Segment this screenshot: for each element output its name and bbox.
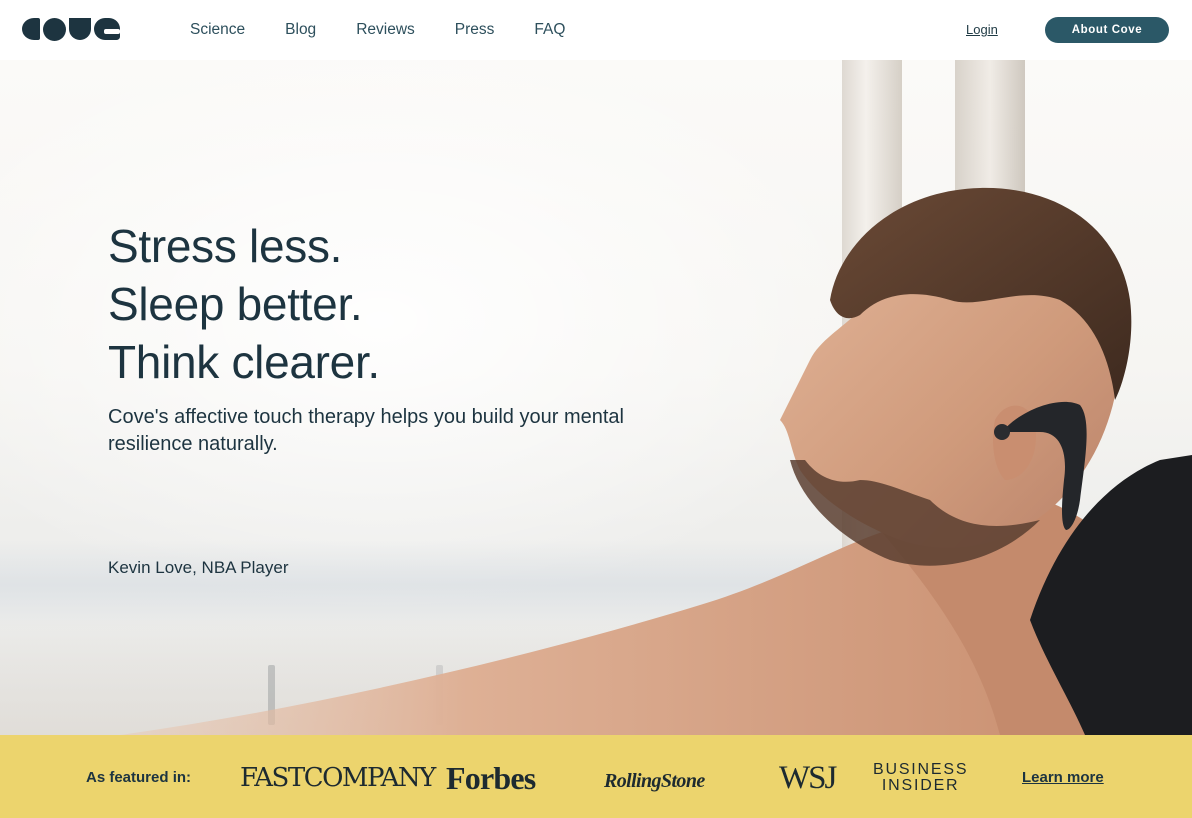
headline-line-3: Think clearer. xyxy=(108,336,380,388)
hero-person-image xyxy=(120,187,1192,735)
main-nav: Science Blog Reviews Press FAQ xyxy=(190,19,605,41)
site-header: Science Blog Reviews Press FAQ Login Abo… xyxy=(0,0,1192,60)
learn-more-link[interactable]: Learn more xyxy=(1022,769,1104,787)
hero-section: Stress less. Sleep better. Think clearer… xyxy=(0,60,1192,735)
nav-item-faq[interactable]: FAQ xyxy=(534,19,565,41)
press-bar: As featured in: FASTCOMPANY Forbes Rolli… xyxy=(0,735,1192,818)
logo-letter-v xyxy=(69,18,91,40)
business-insider-line-2: INSIDER xyxy=(881,777,960,794)
business-insider-line-1: BUSINESS xyxy=(873,761,969,778)
press-label: As featured in: xyxy=(86,769,192,786)
cove-logo[interactable] xyxy=(22,17,122,41)
business-insider-logo: BUSINESS INSIDER xyxy=(873,762,968,794)
nav-item-reviews[interactable]: Reviews xyxy=(356,19,415,41)
wsj-logo: WSJ xyxy=(779,760,837,796)
nav-item-press[interactable]: Press xyxy=(455,19,495,41)
hero-caption: Kevin Love, NBA Player xyxy=(108,558,289,577)
headline-line-2: Sleep better. xyxy=(108,278,363,330)
hero-headline: Stress less. Sleep better. Think clearer… xyxy=(108,217,380,391)
forbes-logo: Forbes xyxy=(446,760,536,796)
nav-item-science[interactable]: Science xyxy=(190,19,245,41)
logo-letter-o xyxy=(43,17,66,41)
fast-company-logo: FASTCOMPANY xyxy=(240,763,436,793)
logo-letter-c xyxy=(22,18,40,40)
hero-subheadline: Cove's affective touch therapy helps you… xyxy=(108,406,624,455)
login-link[interactable]: Login xyxy=(966,22,998,38)
logo-letter-e xyxy=(94,18,120,40)
about-cove-button[interactable]: About Cove xyxy=(1045,17,1169,43)
rolling-stone-logo: RollingStone xyxy=(604,770,705,792)
nav-item-blog[interactable]: Blog xyxy=(285,19,316,41)
headline-line-1: Stress less. xyxy=(108,220,343,272)
